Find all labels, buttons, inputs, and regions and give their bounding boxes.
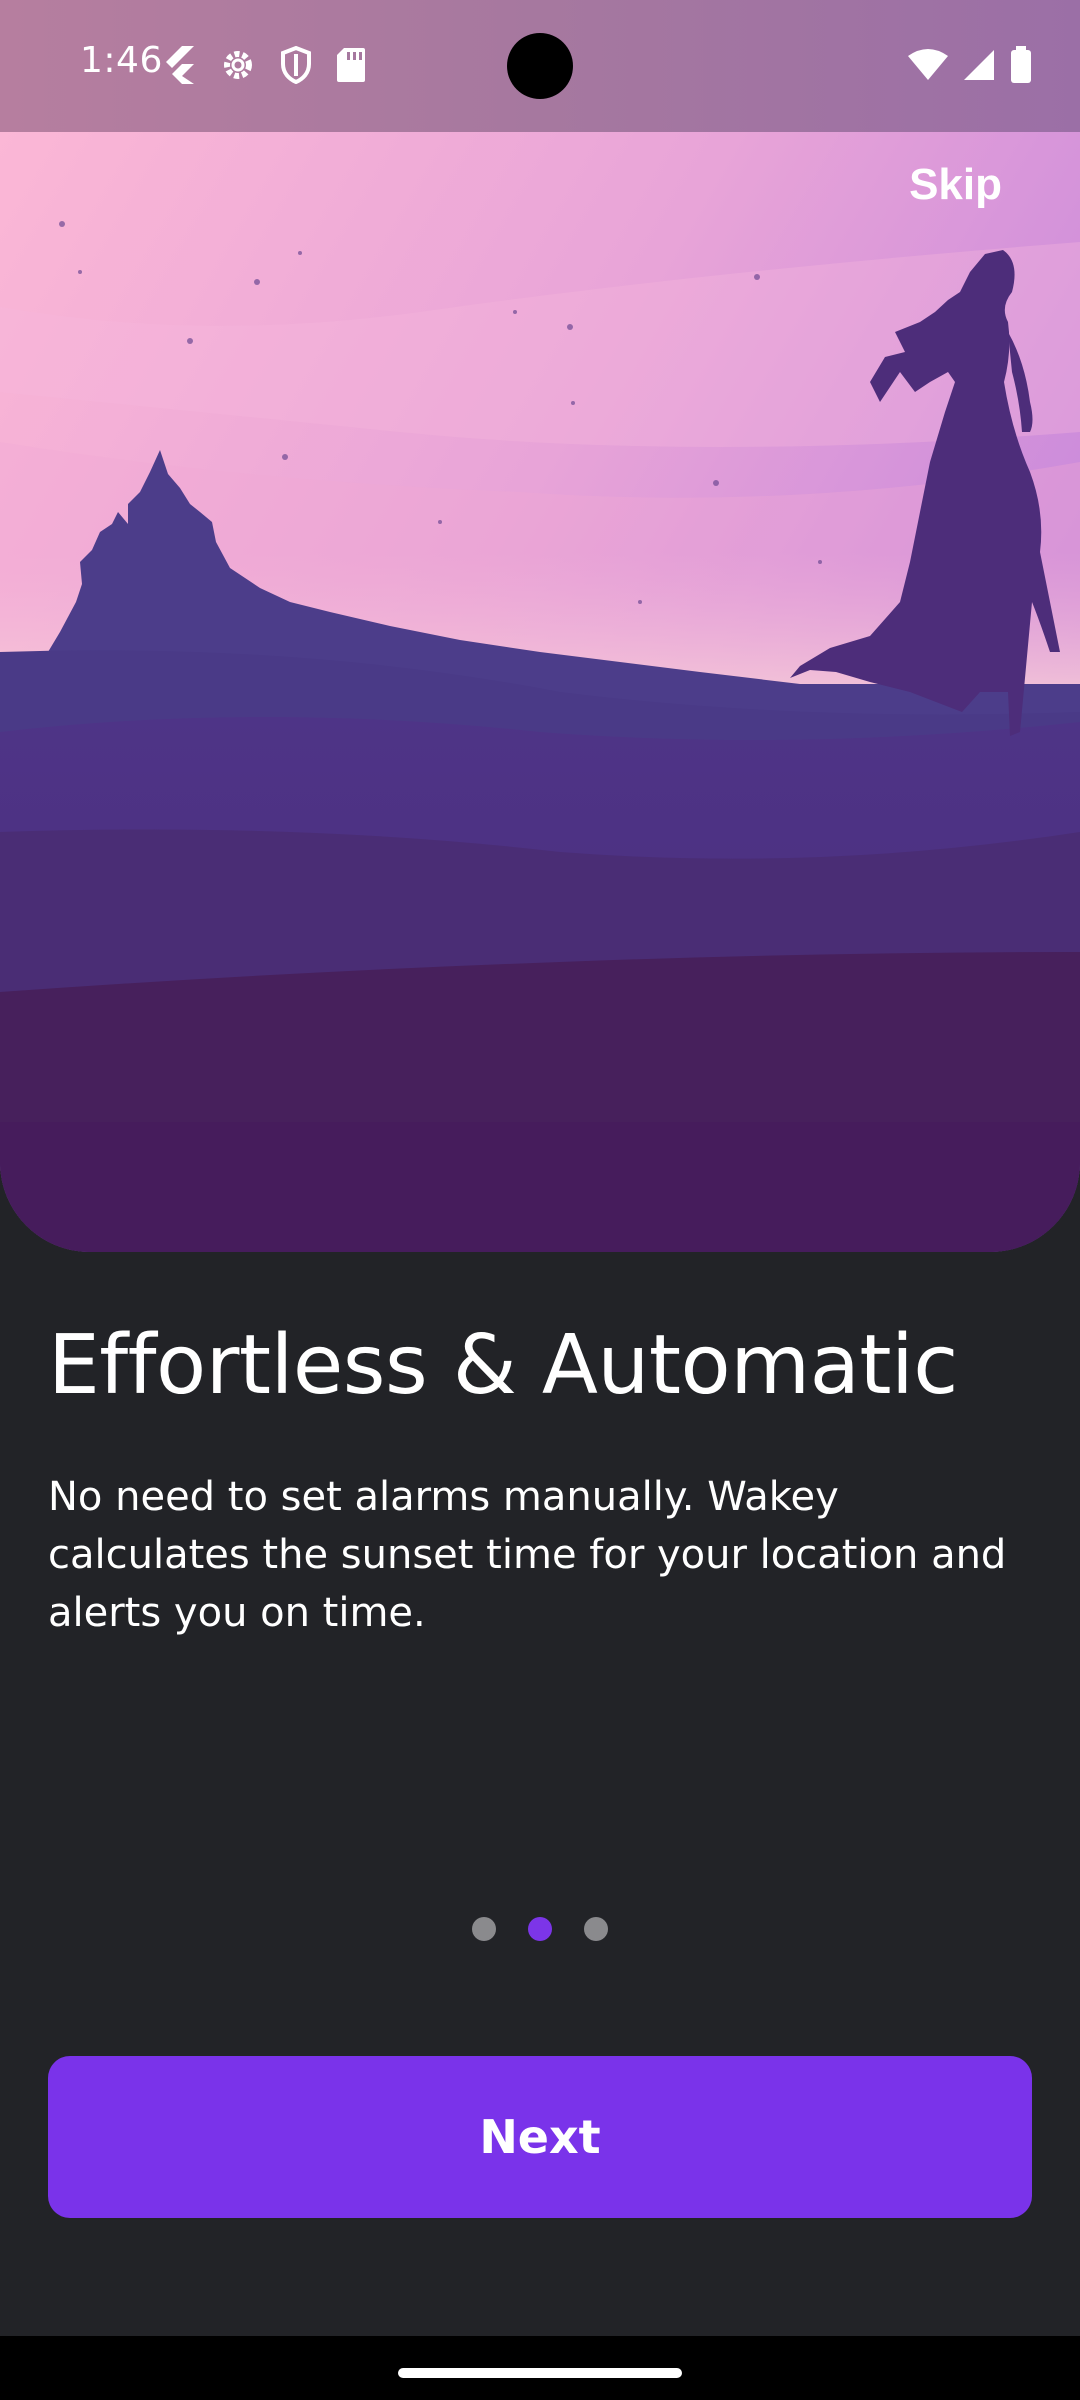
- page-dot-2-active[interactable]: [528, 1917, 552, 1941]
- page-dot-1[interactable]: [472, 1917, 496, 1941]
- page-indicator: [0, 1917, 1080, 1941]
- flutter-icon: [162, 46, 196, 88]
- skip-button[interactable]: Skip: [909, 160, 1002, 210]
- next-button[interactable]: Next: [48, 2056, 1032, 2218]
- wifi-icon: [908, 48, 948, 86]
- status-time: 1:46: [80, 40, 163, 81]
- battery-icon: [1010, 46, 1032, 88]
- page-dot-3[interactable]: [584, 1917, 608, 1941]
- camera-cutout: [507, 33, 573, 99]
- hero-illustration: [0, 132, 1080, 1252]
- next-button-label: Next: [479, 2110, 601, 2164]
- sd-card-icon: [336, 47, 366, 87]
- sunset-landscape-image: [0, 132, 1080, 1252]
- onboarding-screen: 1:46 Skip Effortless & Automatic No need…: [0, 0, 1080, 2400]
- status-icons-right: [908, 46, 1032, 88]
- home-indicator[interactable]: [398, 2368, 682, 2378]
- status-bar: 1:46: [0, 0, 1080, 132]
- onboarding-description: No need to set alarms manually. Wakey ca…: [48, 1474, 1007, 1636]
- signal-icon: [962, 48, 996, 86]
- onboarding-title: Effortless & Automatic: [48, 1318, 958, 1413]
- shield-icon: [280, 45, 312, 88]
- settings-gear-icon: [220, 47, 256, 87]
- status-icons-left: [162, 45, 366, 88]
